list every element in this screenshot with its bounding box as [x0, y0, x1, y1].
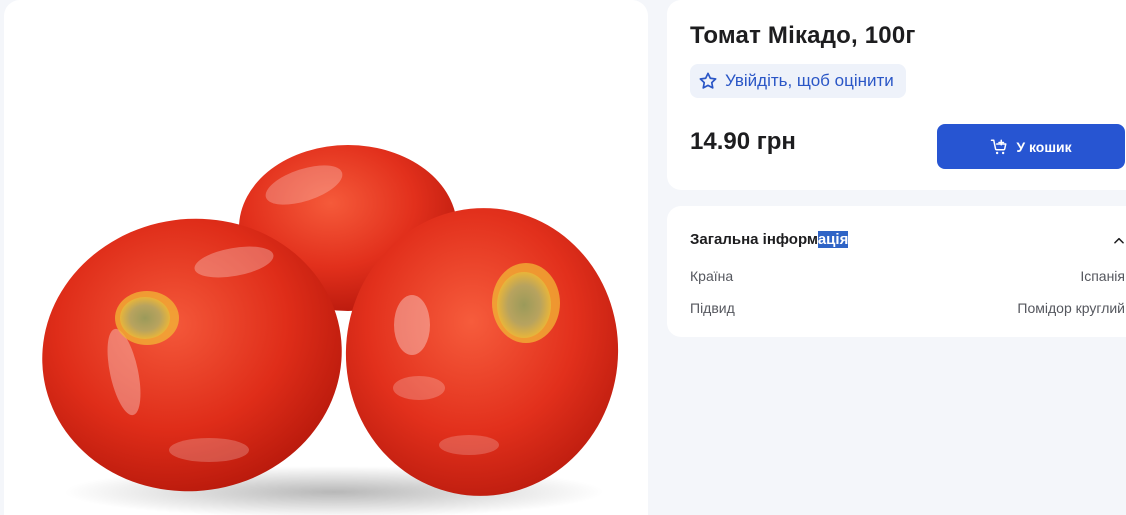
product-price: 14.90 грн	[690, 128, 796, 155]
detail-row-country: Країна Іспанія	[690, 268, 1125, 288]
rating-prompt-text: Увійдіть, щоб оцінити	[725, 71, 894, 90]
product-page: Томат Мікадо, 100г Увійдіть, щоб оцінити…	[0, 0, 1126, 515]
star-outline-icon	[699, 72, 717, 89]
add-to-cart-label: У кошик	[1016, 138, 1072, 155]
rating-login-prompt[interactable]: Увійдіть, щоб оцінити	[690, 64, 906, 98]
detail-value: Іспанія	[1080, 268, 1125, 284]
product-info-card: Томат Мікадо, 100г Увійдіть, щоб оцінити…	[667, 0, 1126, 190]
add-to-cart-button[interactable]: У кошик	[937, 124, 1125, 169]
product-photo	[42, 145, 619, 515]
product-title: Томат Мікадо, 100г	[690, 22, 916, 49]
detail-label: Підвид	[690, 300, 735, 316]
product-image-card	[4, 0, 648, 515]
cart-plus-icon	[991, 139, 1007, 154]
general-info-card: Загальна інформація Країна Іспанія Підви…	[667, 206, 1126, 337]
detail-row-subtype: Підвид Помідор круглий	[690, 300, 1125, 320]
general-info-title-selected: ація	[817, 231, 849, 248]
general-info-toggle[interactable]: Загальна інформація	[690, 228, 1126, 252]
detail-value: Помідор круглий	[1017, 300, 1125, 316]
chevron-up-icon	[1114, 237, 1124, 244]
general-info-title: Загальна інформація	[690, 231, 849, 248]
general-info-title-start: Загальна інформ	[690, 231, 818, 248]
detail-label: Країна	[690, 268, 734, 284]
